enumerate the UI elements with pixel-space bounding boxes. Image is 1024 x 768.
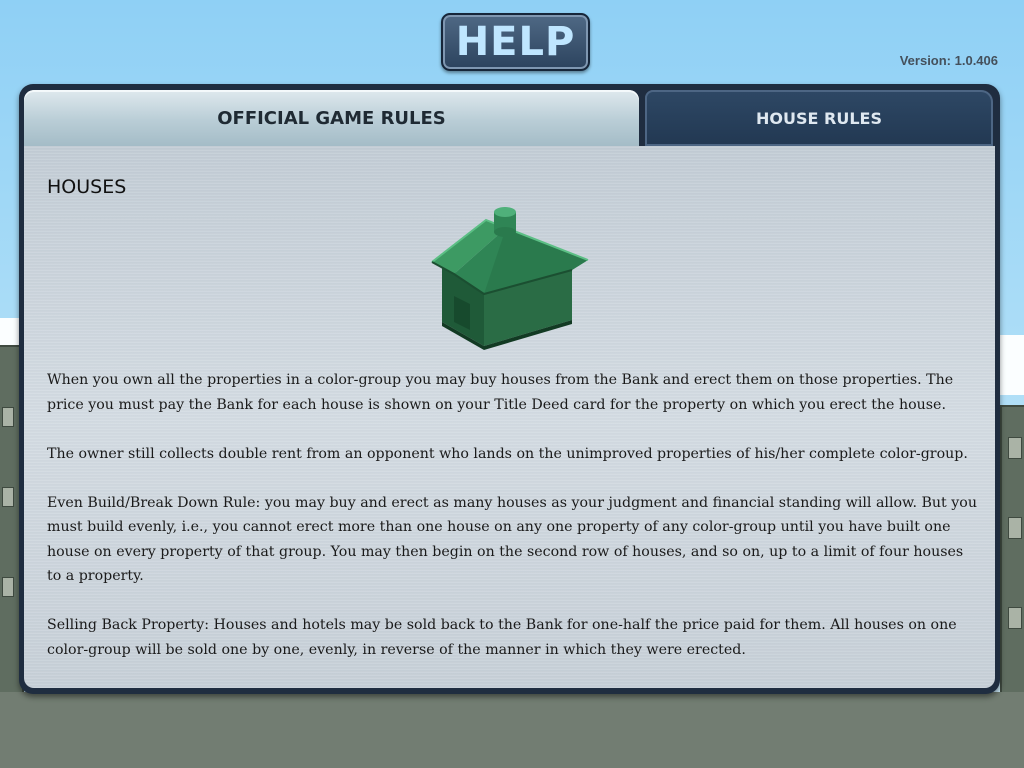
tab-official-game-rules-label: OFFICIAL GAME RULES <box>217 107 446 129</box>
rules-panel: OFFICIAL GAME RULES HOUSE RULES HOUSES W… <box>19 84 1000 694</box>
tab-house-rules[interactable]: HOUSE RULES <box>645 90 993 146</box>
tab-house-rules-label: HOUSE RULES <box>756 108 882 128</box>
rules-paragraph: Even Build/Break Down Rule: you may buy … <box>47 494 977 585</box>
help-title: HELP <box>441 13 590 71</box>
green-house-icon <box>431 207 589 350</box>
tab-official-game-rules[interactable]: OFFICIAL GAME RULES <box>24 90 639 146</box>
section-title: HOUSES <box>47 176 127 198</box>
rules-paragraph: When you own all the properties in a col… <box>47 372 954 413</box>
rules-content[interactable]: HOUSES When you own all the properties i… <box>24 146 995 688</box>
rules-paragraph: The owner still collects double rent fro… <box>47 445 968 462</box>
background-ground <box>0 692 1024 768</box>
version-label: Version: 1.0.406 <box>899 53 998 68</box>
rules-text: When you own all the properties in a col… <box>47 368 977 687</box>
rules-paragraph: Selling Back Property: Houses and hotels… <box>47 617 957 658</box>
background-building-right <box>1000 405 1024 694</box>
